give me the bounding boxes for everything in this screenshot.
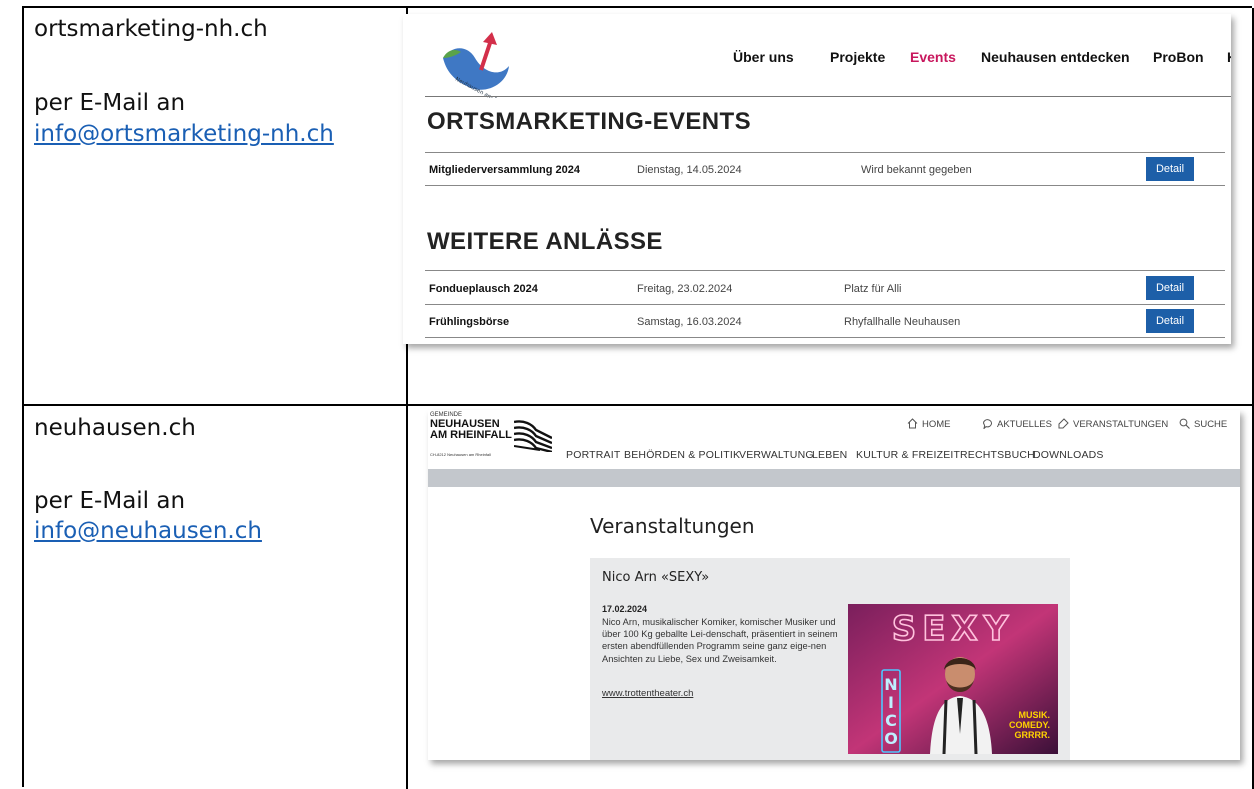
event-date: Dienstag, 14.05.2024 (637, 164, 742, 176)
event-place: Wird bekannt gegeben (861, 164, 972, 176)
menu-downloads[interactable]: DOWNLOADS (1033, 449, 1104, 461)
event-title[interactable]: Nico Arn «SEXY» (602, 570, 709, 585)
row-divider (425, 185, 1225, 186)
event-place: Rhyfallhalle Neuhausen (844, 316, 961, 328)
detail-button[interactable]: Detail (1146, 276, 1194, 300)
poster-side-i: I (888, 693, 894, 712)
contact-prefix: per E-Mail an (34, 90, 186, 116)
nav-probon[interactable]: ProBon (1153, 49, 1204, 65)
event-name: Mitgliederversammlung 2024 (429, 164, 581, 176)
nav-neuhausen-entdecken[interactable]: Neuhausen entdecken (981, 49, 1130, 65)
topnav-label: VERANSTALTUNGEN (1073, 419, 1169, 430)
search-icon (1179, 418, 1190, 429)
event-date: Freitag, 23.02.2024 (637, 283, 733, 295)
page-title: Veranstaltungen (590, 514, 755, 538)
section-title: WEITERE ANLÄSSE (427, 228, 663, 255)
menu-kultur-freizeit[interactable]: KULTUR & FREIZEIT (856, 449, 960, 461)
detail-button[interactable]: Detail (1146, 157, 1194, 181)
row-divider (425, 337, 1225, 338)
row-divider (425, 304, 1225, 305)
ortsmarketing-logo: Neuhausen am Rheinfall (443, 32, 517, 98)
ortsmarketing-screenshot: Neuhausen am Rheinfall Über uns Projekte… (403, 14, 1231, 344)
topnav-label: AKTUELLES (997, 419, 1052, 430)
event-date: 17.02.2024 (602, 604, 648, 614)
waterfall-logo-icon (514, 420, 552, 452)
site-name: ortsmarketing-nh.ch (34, 16, 268, 42)
row2-label-cell: neuhausen.ch per E-Mail an info@neuhause… (24, 406, 408, 789)
nav-ueber-uns[interactable]: Über uns (733, 49, 794, 65)
home-icon (907, 418, 918, 429)
menu-behoerden-politik[interactable]: BEHÖRDEN & POLITIK (624, 449, 740, 461)
event-description: Nico Arn, musikalischer Komiker, komisch… (602, 617, 838, 664)
event-link[interactable]: www.trottentheater.ch (602, 688, 693, 699)
header-bar (428, 469, 1240, 487)
menu-leben[interactable]: LEBEN (812, 449, 847, 461)
event-date: Samstag, 16.03.2024 (637, 316, 742, 328)
row-divider (425, 270, 1225, 271)
site-name: neuhausen.ch (34, 415, 196, 441)
menu-rechtsbuch[interactable]: RECHTSBUCH (960, 449, 1035, 461)
event-card: Nico Arn «SEXY» 17.02.2024 Nico Arn, mus… (590, 558, 1070, 760)
event-name: Fondueplausch 2024 (429, 283, 538, 295)
poster-tagline-1: MUSIK. (1019, 710, 1051, 720)
speech-bubble-icon (982, 419, 992, 429)
poster-side-o: O (884, 729, 898, 748)
tag-icon (1058, 418, 1069, 429)
event-name: Frühlingsbörse (429, 316, 510, 328)
poster-tagline-2: COMEDY. (1009, 720, 1050, 730)
logo-address: CH-8212 Neuhausen am Rheinfall (430, 452, 491, 457)
nav-projekte[interactable]: Projekte (830, 49, 885, 65)
email-link[interactable]: info@neuhausen.ch (34, 518, 262, 544)
poster-side-n: N (884, 675, 897, 694)
poster-tagline-3: GRRRR. (1015, 730, 1051, 740)
nav-more[interactable]: K (1227, 49, 1231, 65)
menu-verwaltung[interactable]: VERWALTUNG (739, 449, 814, 461)
nav-events[interactable]: Events (910, 49, 956, 65)
menu-portrait[interactable]: PORTRAIT (566, 449, 621, 461)
topnav-label: SUCHE (1194, 419, 1228, 430)
contact-prefix: per E-Mail an (34, 488, 186, 514)
logo-line2: AM RHEINFALL (430, 429, 512, 441)
poster-title: SEXY (892, 609, 1015, 649)
section-title: ORTSMARKETING-EVENTS (427, 108, 752, 135)
event-poster: SEXY N I C O MUSIK. COMEDY. GRRRR. (848, 604, 1058, 754)
poster-side-c: C (885, 711, 897, 730)
neuhausen-screenshot: GEMEINDE NEUHAUSEN AM RHEINFALL CH-8212 … (428, 410, 1240, 760)
email-link[interactable]: info@ortsmarketing-nh.ch (34, 121, 334, 147)
topnav-label: HOME (922, 419, 951, 430)
detail-button[interactable]: Detail (1146, 309, 1194, 333)
row-divider (425, 152, 1225, 153)
neuhausen-logo[interactable]: GEMEINDE NEUHAUSEN AM RHEINFALL CH-8212 … (430, 412, 560, 460)
row1-label-cell: ortsmarketing-nh.ch per E-Mail an info@o… (24, 8, 408, 406)
event-place: Platz für Alli (844, 283, 902, 295)
header-divider (425, 96, 1231, 97)
